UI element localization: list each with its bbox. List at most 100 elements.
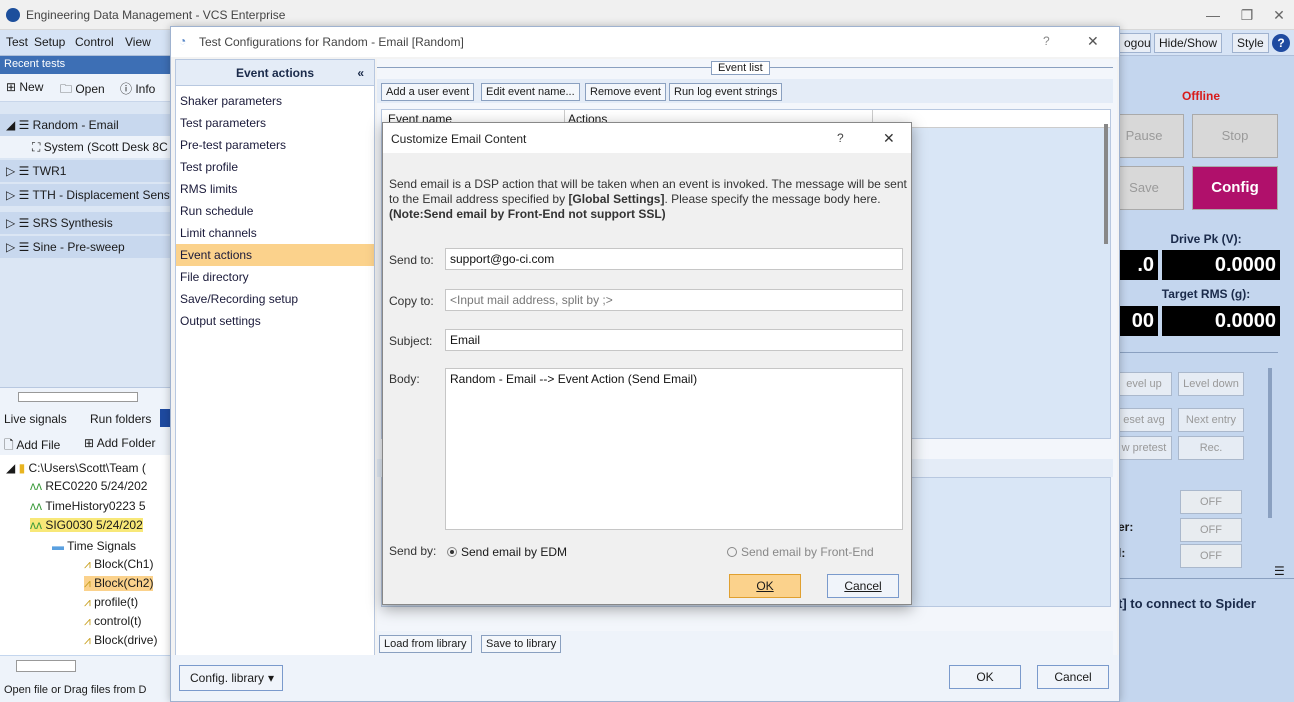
close-icon[interactable]: ✕ (883, 130, 895, 147)
test-item-twr1[interactable]: ▷ ☰ TWR1 (0, 160, 170, 182)
nav-file-directory[interactable]: File directory (180, 270, 249, 284)
test-item-random-email[interactable]: ◢ ☰ Random - Email (0, 114, 170, 136)
tree-node-sig0030[interactable]: ᴧᴧ SIG0030 5/24/202 (30, 518, 143, 532)
load-library-button[interactable]: Load from library (379, 635, 472, 653)
restore-icon[interactable]: ❐ (1232, 4, 1262, 26)
help-icon[interactable]: ? (1043, 34, 1050, 48)
add-folder-button[interactable]: ⊞ Add Folder (84, 436, 155, 450)
nav-test-parameters[interactable]: Test parameters (180, 116, 266, 130)
waveform-icon: ⩘ (84, 614, 91, 628)
remove-event-button[interactable]: Remove event (585, 83, 666, 101)
add-file-button[interactable]: 🗋 Add File (4, 436, 60, 457)
menu-view[interactable]: View (125, 35, 151, 49)
email-ok-button[interactable]: OK (729, 574, 801, 598)
save-library-button[interactable]: Save to library (481, 635, 562, 653)
copy-to-label: Copy to: (389, 294, 434, 308)
nav-rms-limits[interactable]: RMS limits (180, 182, 237, 196)
copy-to-input[interactable]: <Input mail address, split by ;> (445, 289, 903, 311)
scroll-thumb[interactable] (18, 392, 138, 402)
toggle-off-3[interactable]: OFF (1180, 544, 1242, 568)
toggle-off-1[interactable]: OFF (1180, 490, 1242, 514)
vertical-scrollbar[interactable] (1104, 124, 1108, 244)
file-tree-scrollbar[interactable] (0, 656, 170, 676)
config-button[interactable]: Config (1192, 166, 1278, 210)
config-library-dropdown[interactable]: Config. library ▾ (179, 665, 283, 691)
vertical-scrollbar[interactable] (1268, 368, 1272, 518)
nav-output-settings[interactable]: Output settings (180, 314, 261, 328)
help-icon[interactable]: ? (1272, 34, 1290, 52)
next-entry-button[interactable]: Next entry (1178, 408, 1244, 432)
level-down-button[interactable]: Level down (1178, 372, 1244, 396)
nav-shaker-parameters[interactable]: Shaker parameters (180, 94, 282, 108)
send-by-edm-radio[interactable]: Send email by EDM (447, 545, 567, 559)
toggle-off-2[interactable]: OFF (1180, 518, 1242, 542)
nav-pretest-parameters[interactable]: Pre-test parameters (180, 138, 286, 152)
radio-unselected-icon (727, 547, 737, 557)
menu-control[interactable]: Control (75, 35, 114, 49)
tree-node-time-signals[interactable]: ▬ Time Signals (52, 539, 136, 553)
rec-button[interactable]: Rec. (1178, 436, 1244, 460)
edit-event-button[interactable]: Edit event name... (481, 83, 580, 101)
nav-limit-channels[interactable]: Limit channels (180, 226, 257, 240)
menu-test[interactable]: Test (6, 35, 28, 49)
tab-run-folders[interactable]: Run folders (90, 412, 151, 426)
nav-event-actions[interactable]: Event actions (176, 244, 374, 266)
send-by-label: Send by: (389, 544, 437, 558)
info-button[interactable]: ⓘ Info (120, 80, 155, 97)
tree-node-timehistory[interactable]: ᴧᴧ TimeHistory0223 5 (30, 499, 146, 513)
tree-node-block-ch1[interactable]: ⩘ Block(Ch1) (84, 557, 153, 572)
body-textarea[interactable]: Random - Email --> Event Action (Send Em… (445, 368, 903, 530)
tree-node-profile[interactable]: ⩘ profile(t) (84, 595, 138, 610)
tree-node-root[interactable]: ◢ ▮ C:\Users\Scott\Team ( (6, 461, 146, 475)
nav-header: Event actions « (176, 60, 374, 86)
menu-setup[interactable]: Setup (34, 35, 65, 49)
style-button[interactable]: Style (1232, 33, 1269, 53)
status-bar: Open file or Drag files from D (0, 676, 170, 702)
test-item-tth[interactable]: ▷ ☰ TTH - Displacement Sens (0, 184, 170, 206)
nav-run-schedule[interactable]: Run schedule (180, 204, 253, 218)
test-item-system[interactable]: ⛶ System (Scott Desk 8C (0, 136, 170, 158)
scroll-thumb[interactable] (16, 660, 76, 672)
tree-node-block-drive[interactable]: ⩘ Block(drive) (84, 633, 157, 648)
tree-node-control[interactable]: ⩘ control(t) (84, 614, 141, 629)
test-item-sine[interactable]: ▷ ☰ Sine - Pre-sweep (0, 236, 170, 258)
logout-button[interactable]: ogout (1119, 33, 1151, 53)
horizontal-scrollbar[interactable] (0, 387, 170, 405)
email-title-bar: Customize Email Content ? ✕ (383, 123, 911, 153)
email-title: Customize Email Content (391, 132, 527, 146)
send-by-frontend-radio[interactable]: Send email by Front-End (727, 545, 874, 559)
send-to-input[interactable]: support@go-ci.com (445, 248, 903, 270)
nav-save-recording[interactable]: Save/Recording setup (180, 292, 298, 306)
level-up-button[interactable]: evel up (1116, 372, 1172, 396)
run-log-button[interactable]: Run log event strings (669, 83, 783, 101)
stop-button[interactable]: Stop (1192, 114, 1278, 158)
email-cancel-button[interactable]: Cancel (827, 574, 899, 598)
config-library-label: Config. library (190, 671, 265, 685)
config-ok-button[interactable]: OK (949, 665, 1021, 689)
view-pretest-button[interactable]: w pretest (1116, 436, 1172, 460)
help-icon[interactable]: ? (837, 131, 844, 145)
reset-avg-button[interactable]: eset avg (1116, 408, 1172, 432)
hide-show-button[interactable]: Hide/Show (1154, 33, 1223, 53)
close-icon[interactable]: ✕ (1087, 33, 1099, 50)
config-cancel-button[interactable]: Cancel (1037, 665, 1109, 689)
test-item-srs[interactable]: ▷ ☰ SRS Synthesis (0, 212, 170, 234)
app-title: Engineering Data Management - VCS Enterp… (26, 8, 286, 22)
tree-node-rec0220[interactable]: ᴧᴧ REC0220 5/24/202 (30, 479, 147, 493)
collapse-icon[interactable]: « (357, 60, 364, 86)
open-label: Open (75, 82, 105, 96)
close-icon[interactable]: ✕ (1264, 4, 1294, 26)
list-icon[interactable]: ☰ (1274, 564, 1285, 578)
waveform-icon: ⩘ (84, 576, 91, 590)
subject-input[interactable]: Email (445, 329, 903, 351)
tab-live-signals[interactable]: Live signals (4, 412, 67, 426)
add-event-button[interactable]: Add a user event (381, 83, 475, 101)
open-button[interactable]: 🗀 Open (60, 80, 105, 101)
tab-data[interactable] (160, 409, 170, 427)
offline-status: Offline (1182, 89, 1220, 103)
nav-test-profile[interactable]: Test profile (180, 160, 238, 174)
drive-pk-left-display: .0 (1118, 250, 1158, 280)
tree-node-block-ch2[interactable]: ⩘ Block(Ch2) (84, 576, 154, 591)
new-button[interactable]: ⊞ New (6, 80, 43, 94)
minimize-icon[interactable]: — (1198, 4, 1228, 26)
